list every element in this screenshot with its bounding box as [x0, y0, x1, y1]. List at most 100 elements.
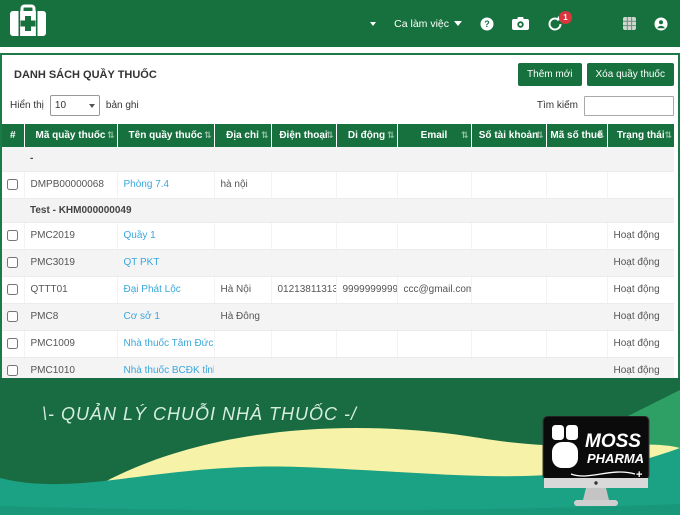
add-new-button[interactable]: Thêm mới	[518, 63, 581, 86]
column-header-label: Mã quầy thuốc	[35, 130, 105, 141]
cell-phone	[271, 222, 336, 249]
row-checkbox[interactable]	[7, 257, 18, 268]
calculator-icon[interactable]	[623, 17, 636, 30]
table-row: PMC3019 QT PKT Hoạt động	[2, 249, 674, 276]
counter-name-link[interactable]: Quầy 1	[124, 230, 156, 241]
column-header[interactable]: Mã quầy thuốc⇅	[24, 124, 117, 147]
sort-icon[interactable]: ⇅	[461, 130, 469, 141]
sort-icon[interactable]: ⇅	[387, 130, 395, 141]
camera-icon[interactable]	[512, 17, 529, 30]
column-header[interactable]: Tên quầy thuốc⇅	[117, 124, 214, 147]
sort-icon[interactable]: ⇅	[107, 130, 115, 141]
cell-email	[397, 303, 471, 330]
cell-mobile	[336, 249, 397, 276]
workshift-dropdown[interactable]: Ca làm việc	[394, 18, 462, 30]
nav-caret-icon[interactable]	[370, 22, 376, 26]
cell-phone	[271, 330, 336, 357]
moss-pharma-logo: MOSS PHARMA +	[541, 416, 657, 515]
cell-code: PMC3019	[24, 249, 117, 276]
page-length-select[interactable]: 10	[50, 95, 100, 116]
counter-name-link[interactable]: Cơ sở 1	[124, 311, 160, 322]
notification-badge: 1	[559, 11, 572, 24]
group-row: -	[2, 147, 674, 171]
row-checkbox[interactable]	[7, 179, 18, 190]
counter-name-link[interactable]: Đại Phát Lộc	[124, 284, 181, 295]
cell-account	[471, 171, 546, 198]
cell-address	[214, 249, 271, 276]
sort-icon[interactable]: ⇅	[536, 130, 544, 141]
user-icon[interactable]	[654, 17, 668, 31]
cell-status: Hoạt động	[607, 330, 674, 357]
cell-tax	[546, 249, 607, 276]
cell-account	[471, 330, 546, 357]
column-header[interactable]: Mã số thuế⇅	[546, 124, 607, 147]
sort-icon[interactable]: ⇅	[204, 130, 212, 141]
row-checkbox[interactable]	[7, 365, 18, 376]
group-row-label: -	[30, 153, 33, 164]
cell-status: Hoạt động	[607, 276, 674, 303]
cell-account	[471, 249, 546, 276]
refresh-icon[interactable]: 1	[547, 16, 563, 32]
column-header[interactable]: Điện thoại⇅	[271, 124, 336, 147]
cell-code: PMC8	[24, 303, 117, 330]
cell-address: hà nội	[214, 171, 271, 198]
sort-icon[interactable]: ⇅	[597, 130, 605, 141]
column-header-label: Trạng thái	[617, 130, 665, 141]
chevron-down-icon	[89, 104, 95, 108]
show-entries-label: Hiển thị	[10, 100, 44, 111]
counter-name-link[interactable]: Nhà thuốc BCĐK tỉnh Lào Cai	[124, 365, 215, 376]
column-header: #	[2, 124, 24, 147]
search-input[interactable]	[584, 96, 674, 116]
cell-tax	[546, 276, 607, 303]
logo-text-pharma: PHARMA	[587, 451, 644, 466]
row-checkbox[interactable]	[7, 284, 18, 295]
workshift-label: Ca làm việc	[394, 18, 449, 30]
cell-address	[214, 222, 271, 249]
svg-text:?: ?	[484, 19, 490, 29]
counter-name-link[interactable]: Phòng 7.4	[124, 179, 170, 190]
table-row: PMC1009 Nhà thuốc Tâm Đức Hoạt động	[2, 330, 674, 357]
search-label: Tìm kiếm	[537, 100, 578, 111]
sort-icon[interactable]: ⇅	[664, 130, 672, 141]
cell-phone	[271, 303, 336, 330]
records-label: bản ghi	[106, 100, 139, 111]
column-header[interactable]: Địa chỉ⇅	[214, 124, 271, 147]
column-header-label: Điện thoại	[279, 130, 327, 141]
cell-mobile: 9999999999	[336, 276, 397, 303]
row-checkbox[interactable]	[7, 338, 18, 349]
cell-tax	[546, 222, 607, 249]
row-checkbox[interactable]	[7, 311, 18, 322]
cell-status: Hoạt động	[607, 303, 674, 330]
cell-status: Hoạt động	[607, 249, 674, 276]
delete-counter-button[interactable]: Xóa quầy thuốc	[587, 63, 675, 86]
cell-mobile	[336, 330, 397, 357]
cell-email	[397, 330, 471, 357]
column-header[interactable]: Email ⇅	[397, 124, 471, 147]
sort-icon[interactable]: ⇅	[326, 130, 334, 141]
cell-email	[397, 171, 471, 198]
table-body: - DMPB00000068 Phòng 7.4 hà nội Test - KHM00…	[2, 147, 674, 411]
column-header[interactable]: Di động⇅	[336, 124, 397, 147]
column-header[interactable]: Trạng thái⇅	[607, 124, 674, 147]
table-header-row: #Mã quầy thuốc⇅Tên quầy thuốc⇅Địa chỉ⇅Đi…	[2, 124, 674, 147]
cell-email	[397, 222, 471, 249]
cell-code: DMPB00000068	[24, 171, 117, 198]
sort-icon[interactable]: ⇅	[261, 130, 269, 141]
cell-code: PMC1009	[24, 330, 117, 357]
counter-name-link[interactable]: Nhà thuốc Tâm Đức	[124, 338, 214, 349]
cell-phone: 01213811313	[271, 276, 336, 303]
column-header[interactable]: Số tài khoản⇅	[471, 124, 546, 147]
table-row: DMPB00000068 Phòng 7.4 hà nội	[2, 171, 674, 198]
cell-phone	[271, 171, 336, 198]
group-row-label: Test - KHM000000049	[30, 205, 132, 216]
column-header-label: Mã số thuế	[550, 130, 602, 141]
cell-address: Hà Nội	[214, 276, 271, 303]
help-icon[interactable]: ?	[480, 17, 494, 31]
row-checkbox[interactable]	[7, 230, 18, 241]
page-length-value: 10	[55, 100, 66, 111]
cell-account	[471, 303, 546, 330]
chevron-down-icon	[454, 21, 462, 26]
column-header-label: Email	[421, 130, 448, 141]
counter-name-link[interactable]: QT PKT	[124, 257, 160, 268]
counter-table: #Mã quầy thuốc⇅Tên quầy thuốc⇅Địa chỉ⇅Đi…	[2, 124, 674, 412]
